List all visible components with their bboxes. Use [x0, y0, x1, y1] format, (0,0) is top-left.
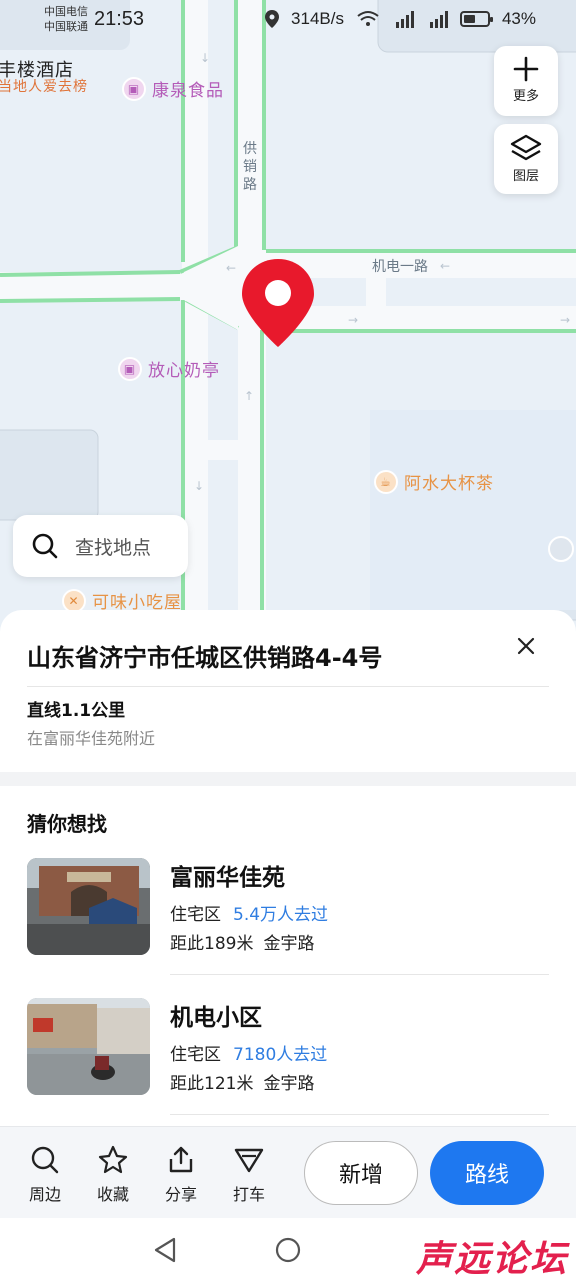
svg-text:←: ← — [226, 261, 236, 275]
shop-icon: ▣ — [118, 356, 142, 381]
item-name: 机电小区 — [170, 1005, 262, 1031]
list-item[interactable]: 富丽华佳苑 住宅区 5.4万人去过 距此189米 金宇路 — [0, 858, 576, 998]
item-meta: 住宅区 7180人去过 — [170, 1040, 327, 1065]
layers-button[interactable]: 图层 — [494, 124, 558, 194]
svg-text:←: ← — [440, 259, 450, 273]
route-button[interactable]: 路线 — [430, 1141, 544, 1205]
item-sub: 距此189米 金宇路 — [170, 929, 314, 954]
item-distance: 距此121米 — [170, 1074, 254, 1094]
more-button[interactable]: 更多 — [494, 46, 558, 116]
system-nav-bar: 声远论坛 — [0, 1218, 576, 1280]
nearby-label: 周边 — [28, 1185, 61, 1204]
signal-4g-icon — [429, 11, 448, 28]
location-pin-icon[interactable] — [240, 257, 316, 349]
search-placeholder: 查找地点 — [75, 536, 152, 559]
poi-kangquan-label: 康泉食品 — [152, 81, 224, 101]
item-visits: 7180人去过 — [233, 1045, 328, 1065]
watermark-logo: 声远论坛 — [415, 1239, 568, 1280]
network-speed: 314B/s — [291, 9, 344, 28]
place-distance: 直线1.1公里 — [27, 701, 126, 721]
plus-icon — [513, 56, 539, 82]
favorite-label: 收藏 — [96, 1185, 129, 1204]
map-view[interactable]: ↓ ↑ ↓ ← → → ← 中国电信 中国联通 21:53 314B/s 43%… — [0, 0, 576, 640]
item-road: 金宇路 — [263, 934, 315, 954]
place-photo — [27, 858, 150, 955]
divider — [170, 1114, 549, 1115]
item-name: 富丽华佳苑 — [170, 865, 285, 891]
divider — [27, 686, 549, 687]
section-gap — [0, 772, 576, 786]
item-distance: 距此189米 — [170, 934, 254, 954]
svg-text:→: → — [348, 313, 358, 327]
favorite-button[interactable]: 收藏 — [88, 1145, 138, 1205]
battery-icon — [459, 11, 493, 27]
taxi-icon — [234, 1148, 264, 1173]
recommendations: 猜你想找 富丽华佳苑 住宅区 5.4万人去过 距此189米 金宇路 机电小区 住… — [0, 786, 576, 1126]
drink-icon: ☕ — [374, 469, 398, 494]
close-icon[interactable] — [514, 634, 538, 658]
svg-text:→: → — [560, 313, 570, 327]
poi-milk[interactable]: ▣ 放心奶亭 — [118, 356, 220, 381]
place-nearby: 在富丽华佳苑附近 — [27, 729, 156, 748]
home-icon[interactable] — [274, 1236, 302, 1264]
nearby-button[interactable]: 周边 — [20, 1145, 70, 1205]
add-button[interactable]: 新增 — [304, 1141, 418, 1205]
camera-icon[interactable] — [548, 536, 574, 562]
poi-kangquan[interactable]: ▣ 康泉食品 — [122, 76, 224, 101]
more-label: 更多 — [512, 89, 539, 104]
share-label: 分享 — [164, 1185, 197, 1204]
carrier-info: 中国电信 中国联通 — [44, 4, 88, 34]
signal-5g-icon — [395, 11, 414, 28]
taxi-button[interactable]: 打车 — [224, 1145, 274, 1205]
item-sub: 距此121米 金宇路 — [170, 1069, 314, 1094]
carrier-1: 中国电信 — [44, 5, 88, 18]
food-icon: ✕ — [62, 588, 86, 613]
item-meta: 住宅区 5.4万人去过 — [170, 900, 328, 925]
road-label-jidian: 机电一路 — [372, 259, 428, 275]
item-type: 住宅区 — [170, 905, 221, 925]
svg-text:↑: ↑ — [244, 389, 254, 403]
shop-icon: ▣ — [122, 76, 146, 101]
layers-label: 图层 — [512, 169, 539, 184]
poi-hotel-tag: 当地人爱去榜 — [0, 76, 88, 96]
location-icon — [265, 10, 280, 28]
search-icon — [32, 533, 58, 559]
item-road: 金宇路 — [263, 1074, 315, 1094]
carrier-2: 中国联通 — [44, 20, 88, 33]
list-item[interactable]: 机电小区 住宅区 7180人去过 距此121米 金宇路 — [0, 998, 576, 1138]
back-icon[interactable] — [152, 1236, 178, 1264]
share-icon — [169, 1146, 193, 1173]
taxi-label: 打车 — [232, 1185, 265, 1204]
place-photo — [27, 998, 150, 1095]
place-sheet: 山东省济宁市任城区供销路4-4号 直线1.1公里 在富丽华佳苑附近 — [0, 610, 576, 772]
poi-tea-label: 阿水大杯茶 — [404, 474, 494, 494]
clock: 21:53 — [94, 8, 145, 30]
poi-hotel-tag-label: 当地人爱去榜 — [0, 79, 88, 95]
item-visits: 5.4万人去过 — [233, 905, 329, 925]
wifi-icon — [357, 11, 379, 26]
search-box[interactable]: 查找地点 — [13, 515, 188, 577]
share-button[interactable]: 分享 — [156, 1145, 206, 1205]
road-label-gongxiao: 供销路 — [243, 141, 257, 193]
divider — [170, 974, 549, 975]
svg-text:↓: ↓ — [194, 479, 204, 493]
place-address: 山东省济宁市任城区供销路4-4号 — [27, 644, 383, 672]
search-icon — [31, 1146, 59, 1174]
status-bar: 中国电信 中国联通 21:53 314B/s 43% — [0, 0, 576, 40]
recommendations-title: 猜你想找 — [27, 812, 107, 836]
status-right: 314B/s 43% — [265, 9, 536, 29]
item-type: 住宅区 — [170, 1045, 221, 1065]
poi-tea[interactable]: ☕ 阿水大杯茶 — [374, 469, 494, 494]
star-icon — [98, 1145, 128, 1174]
layers-icon — [510, 134, 542, 161]
action-bar: 周边 收藏 分享 打车 新增 路线 — [0, 1126, 576, 1218]
battery-percent: 43% — [501, 9, 536, 28]
poi-milk-label: 放心奶亭 — [148, 361, 220, 381]
svg-text:↓: ↓ — [200, 51, 210, 65]
